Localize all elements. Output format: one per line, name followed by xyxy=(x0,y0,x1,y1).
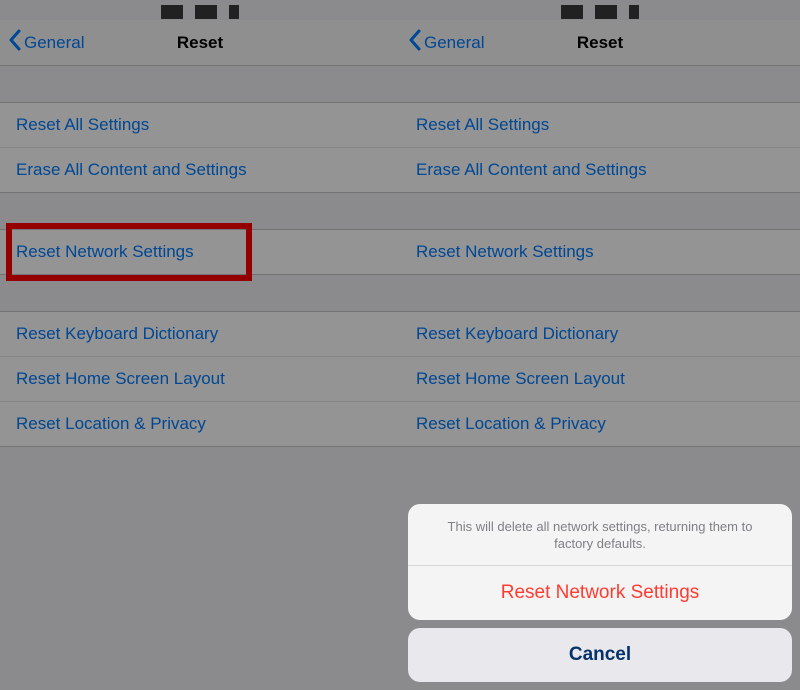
status-bar xyxy=(400,0,800,20)
reset-network-settings-row[interactable]: Reset Network Settings xyxy=(400,230,800,274)
status-bar xyxy=(0,0,400,20)
action-sheet-cancel-button[interactable]: Cancel xyxy=(408,628,792,682)
reset-home-screen-row[interactable]: Reset Home Screen Layout xyxy=(0,357,400,402)
cancel-label: Cancel xyxy=(569,644,631,665)
reset-location-privacy-row[interactable]: Reset Location & Privacy xyxy=(400,402,800,446)
row-label: Reset Home Screen Layout xyxy=(416,369,625,389)
confirm-label: Reset Network Settings xyxy=(501,582,700,603)
reset-all-settings-row[interactable]: Reset All Settings xyxy=(400,103,800,148)
row-label: Reset Network Settings xyxy=(16,242,194,262)
reset-group-3: Reset Keyboard Dictionary Reset Home Scr… xyxy=(400,311,800,447)
reset-location-privacy-row[interactable]: Reset Location & Privacy xyxy=(0,402,400,446)
reset-keyboard-row[interactable]: Reset Keyboard Dictionary xyxy=(0,312,400,357)
back-label: General xyxy=(424,33,484,53)
erase-all-row[interactable]: Erase All Content and Settings xyxy=(0,148,400,192)
row-label: Reset Keyboard Dictionary xyxy=(16,324,218,344)
back-chevron-icon xyxy=(8,29,24,56)
nav-bar: General Reset xyxy=(400,20,800,66)
back-chevron-icon xyxy=(408,29,424,56)
action-sheet-main: This will delete all network settings, r… xyxy=(408,504,792,620)
right-screenshot: General Reset Reset All Settings Erase A… xyxy=(400,0,800,690)
nav-bar: General Reset xyxy=(0,20,400,66)
action-sheet: This will delete all network settings, r… xyxy=(408,504,792,682)
reset-group-3: Reset Keyboard Dictionary Reset Home Scr… xyxy=(0,311,400,447)
row-label: Reset Network Settings xyxy=(416,242,594,262)
action-sheet-message: This will delete all network settings, r… xyxy=(408,504,792,566)
reset-network-group: Reset Network Settings xyxy=(0,229,400,275)
reset-group-1: Reset All Settings Erase All Content and… xyxy=(400,102,800,193)
erase-all-row[interactable]: Erase All Content and Settings xyxy=(400,148,800,192)
action-sheet-confirm-button[interactable]: Reset Network Settings xyxy=(408,566,792,620)
back-button[interactable]: General xyxy=(8,29,84,56)
row-label: Reset All Settings xyxy=(16,115,149,135)
reset-keyboard-row[interactable]: Reset Keyboard Dictionary xyxy=(400,312,800,357)
reset-all-settings-row[interactable]: Reset All Settings xyxy=(0,103,400,148)
row-label: Reset All Settings xyxy=(416,115,549,135)
row-label: Reset Home Screen Layout xyxy=(16,369,225,389)
back-button[interactable]: General xyxy=(408,29,484,56)
row-label: Erase All Content and Settings xyxy=(16,160,247,180)
row-label: Reset Location & Privacy xyxy=(416,414,606,434)
left-screenshot: General Reset Reset All Settings Erase A… xyxy=(0,0,400,690)
reset-group-1: Reset All Settings Erase All Content and… xyxy=(0,102,400,193)
reset-home-screen-row[interactable]: Reset Home Screen Layout xyxy=(400,357,800,402)
reset-network-settings-row[interactable]: Reset Network Settings xyxy=(0,230,400,274)
row-label: Reset Keyboard Dictionary xyxy=(416,324,618,344)
reset-network-group: Reset Network Settings xyxy=(400,229,800,275)
row-label: Erase All Content and Settings xyxy=(416,160,647,180)
row-label: Reset Location & Privacy xyxy=(16,414,206,434)
back-label: General xyxy=(24,33,84,53)
